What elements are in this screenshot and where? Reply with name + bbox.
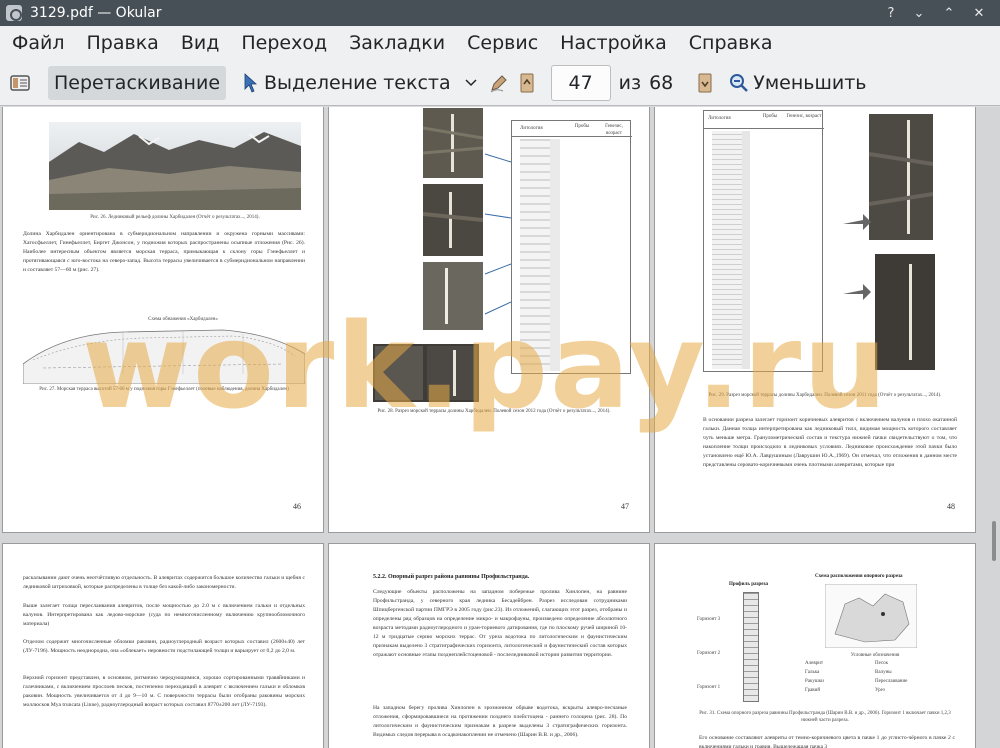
maximize-icon[interactable]: ⌃ bbox=[934, 0, 964, 26]
chevron-down-icon bbox=[461, 73, 481, 93]
window-title: 3129.pdf — Okular bbox=[30, 5, 162, 21]
document-view[interactable]: Рис. 26. Ледниковый рельеф долины Харбид… bbox=[0, 107, 1000, 748]
okular-app-icon bbox=[6, 5, 22, 21]
legend-item: Переслаивание bbox=[875, 679, 908, 684]
browse-tool-button[interactable]: Перетаскивание bbox=[48, 65, 227, 100]
page-number-46: 46 bbox=[293, 502, 301, 511]
outcrop-photo-5 bbox=[869, 114, 933, 240]
legend-item: Урез bbox=[875, 688, 885, 693]
sidebar-icon bbox=[10, 73, 30, 93]
cursor-icon bbox=[240, 72, 260, 93]
menu-tools[interactable]: Сервис bbox=[459, 32, 546, 54]
page-49-body-4: Верхний горизонт представлен, в основном… bbox=[23, 675, 305, 708]
horizon-label-1: Горизонт 1 bbox=[697, 685, 721, 690]
figure-26-caption: Рис. 26. Ледниковый рельеф долины Харбид… bbox=[90, 215, 260, 220]
lithology-header: Литология bbox=[708, 116, 731, 121]
menu-bookmarks[interactable]: Закладки bbox=[341, 32, 453, 54]
legend-title: Условные обозначения bbox=[850, 653, 900, 658]
page-49-body-2: Выше залегает толща переслаивания алеври… bbox=[23, 603, 305, 627]
section-heading: 5.2.2. Опорный разрез района равнины Про… bbox=[373, 574, 530, 580]
menu-help[interactable]: Справка bbox=[681, 32, 781, 54]
pdf-page-49: раскалывании дают очень неотчётливую отд… bbox=[2, 543, 324, 748]
page-number-47: 47 bbox=[621, 502, 629, 511]
next-page-button[interactable] bbox=[691, 66, 719, 100]
pdf-page-50: 5.2.2. Опорный разрез района равнины Про… bbox=[328, 543, 650, 748]
watermark: work.pay.ru bbox=[82, 297, 890, 435]
horizon-label-3: Горизонт 3 bbox=[697, 617, 721, 622]
annotate-button[interactable] bbox=[485, 66, 513, 100]
legend-item: Галька bbox=[805, 670, 820, 675]
profile-title: Профиль разреза bbox=[729, 582, 769, 587]
legend-item: Гравий bbox=[805, 688, 821, 693]
text-select-label: Выделение текста bbox=[264, 71, 451, 94]
page-number-input[interactable]: 47 bbox=[550, 64, 611, 101]
page-number-48: 48 bbox=[947, 502, 955, 511]
outcrop-photo-1 bbox=[423, 108, 483, 178]
menu-settings[interactable]: Настройка bbox=[552, 32, 675, 54]
legend-grid: Алеврит Песок Галька Валуны Ракушки Пере… bbox=[805, 660, 945, 694]
samples-header: Пробы bbox=[574, 124, 590, 129]
page-49-body-1: раскалывании дают очень неотчётливую отд… bbox=[23, 575, 305, 590]
next-page-icon bbox=[695, 73, 715, 93]
page-46-body: Долина Харбидален ориентирована в субмер… bbox=[23, 231, 305, 273]
text-select-tool-button[interactable]: Выделение текста bbox=[234, 66, 457, 100]
minimize-icon[interactable]: ⌄ bbox=[904, 0, 934, 26]
menu-bar: Файл Правка Вид Переход Закладки Сервис … bbox=[0, 26, 1000, 60]
horizon-label-2: Горизонт 2 bbox=[697, 651, 721, 656]
title-bar: 3129.pdf — Okular ? ⌄ ⌃ ✕ bbox=[0, 0, 1000, 26]
page-50-body-1: Следующие объекты расположены на западно… bbox=[373, 589, 627, 658]
page-51-body: Его основание составляют алевриты от тем… bbox=[699, 735, 955, 748]
location-map bbox=[825, 584, 917, 648]
help-icon[interactable]: ? bbox=[876, 0, 906, 26]
page-total-label: 68 bbox=[649, 71, 674, 94]
valley-photo bbox=[49, 122, 301, 210]
browse-tool-label: Перетаскивание bbox=[54, 71, 221, 94]
menu-edit[interactable]: Правка bbox=[79, 32, 167, 54]
zoom-out-icon bbox=[729, 73, 749, 93]
zoom-out-button[interactable]: Уменьшить bbox=[723, 66, 872, 100]
legend-item: Алеврит bbox=[805, 661, 824, 666]
close-icon[interactable]: ✕ bbox=[964, 0, 994, 26]
profile-column bbox=[743, 592, 759, 702]
menu-view[interactable]: Вид bbox=[173, 32, 228, 54]
figure-31-caption: Рис. 31. Схема опорного разреза равнины … bbox=[699, 711, 951, 723]
page-49-body-3: Отделом содержит многочисленные обломки … bbox=[23, 639, 305, 654]
tool-dropdown-button[interactable] bbox=[457, 66, 485, 100]
location-scheme-title: Схема расположения опорного разреза bbox=[815, 574, 903, 579]
previous-page-icon bbox=[517, 73, 537, 93]
photo-pointer-arrows bbox=[843, 214, 871, 300]
samples-header: Пробы bbox=[762, 114, 778, 119]
zoom-out-label: Уменьшить bbox=[753, 71, 867, 94]
previous-page-button[interactable] bbox=[513, 66, 541, 100]
legend-item: Ракушки bbox=[805, 679, 824, 684]
sidebar-toggle-button[interactable] bbox=[4, 66, 36, 100]
outcrop-photo-2 bbox=[423, 184, 483, 256]
lithology-header: Литология bbox=[520, 126, 543, 131]
menu-go[interactable]: Переход bbox=[233, 32, 335, 54]
page-of-label: из bbox=[618, 71, 642, 94]
menu-file[interactable]: Файл bbox=[4, 32, 73, 54]
pen-icon bbox=[489, 73, 509, 93]
main-toolbar: Перетаскивание Выделение текста 47 из 68… bbox=[0, 60, 1000, 106]
page-50-body-2: На западном берегу пролива Хинлопен в эр… bbox=[373, 705, 627, 738]
legend-item: Валуны bbox=[875, 670, 892, 675]
legend-item: Песок bbox=[875, 661, 889, 666]
genesis-header: Генезис, возраст bbox=[605, 124, 623, 136]
pdf-page-51: Профиль разреза Схема расположения опорн… bbox=[654, 543, 976, 748]
genesis-header: Генезис, возраст bbox=[786, 114, 822, 119]
vertical-scrollbar-handle[interactable] bbox=[992, 521, 996, 561]
